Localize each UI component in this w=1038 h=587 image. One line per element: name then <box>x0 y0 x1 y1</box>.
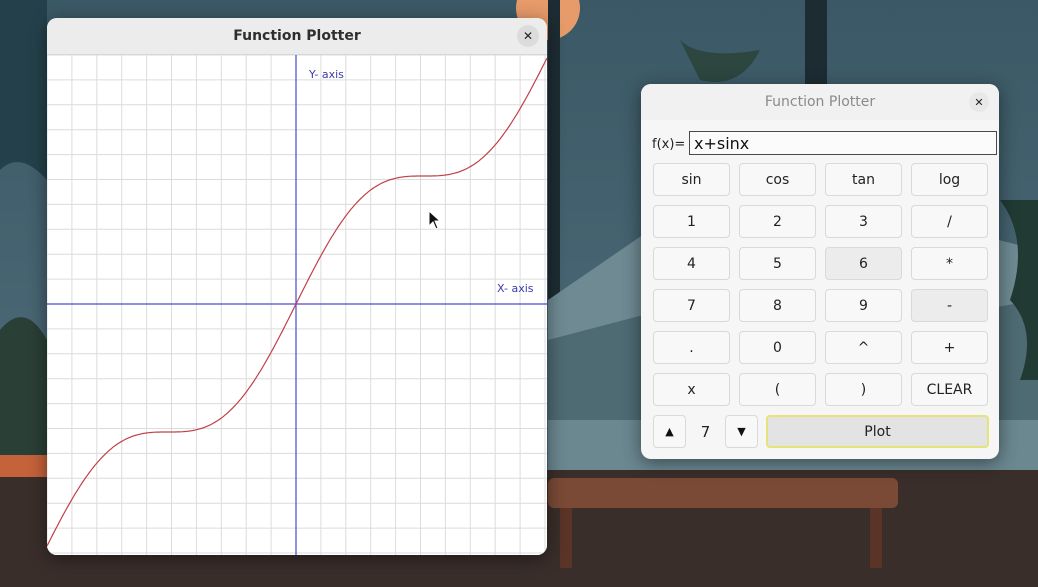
y-axis-label: Y- axis <box>308 68 344 81</box>
key-minus-button[interactable]: - <box>911 289 988 322</box>
key-x-button[interactable]: x <box>653 373 730 406</box>
key-multiply-button[interactable]: * <box>911 247 988 280</box>
calculator-titlebar[interactable]: Function Plotter ✕ <box>641 84 999 120</box>
step-down-button[interactable]: ▼ <box>725 415 758 448</box>
key-clear-button[interactable]: CLEAR <box>911 373 988 406</box>
key-8-button[interactable]: 8 <box>739 289 816 322</box>
key-log-button[interactable]: log <box>911 163 988 196</box>
key-tan-button[interactable]: tan <box>825 163 902 196</box>
key-0-button[interactable]: 0 <box>739 331 816 364</box>
key-cos-button[interactable]: cos <box>739 163 816 196</box>
function-input[interactable] <box>689 131 997 155</box>
function-row: f(x)= <box>652 131 997 157</box>
key-2-button[interactable]: 2 <box>739 205 816 238</box>
calculator-title: Function Plotter <box>764 94 876 110</box>
plot-button[interactable]: Plot <box>766 415 989 448</box>
calculator-window: Function Plotter ✕ f(x)= sincostanlog 123… <box>641 84 999 459</box>
key-decimal-button[interactable]: . <box>653 331 730 364</box>
key-9-button[interactable]: 9 <box>825 289 902 322</box>
key-7-button[interactable]: 7 <box>653 289 730 322</box>
x-axis-label: X- axis <box>497 282 534 295</box>
key-5-button[interactable]: 5 <box>739 247 816 280</box>
fx-label: f(x)= <box>652 136 686 152</box>
plot-window-titlebar[interactable]: Function Plotter ✕ <box>47 18 547 55</box>
key-close-paren-button[interactable]: ) <box>825 373 902 406</box>
plot-window: Function Plotter ✕ Y- axis X- axis <box>47 18 547 555</box>
key-sin-button[interactable]: sin <box>653 163 730 196</box>
step-up-button[interactable]: ▲ <box>653 415 686 448</box>
key-6-button[interactable]: 6 <box>825 247 902 280</box>
key-open-paren-button[interactable]: ( <box>739 373 816 406</box>
key-plus-button[interactable]: + <box>911 331 988 364</box>
key-3-button[interactable]: 3 <box>825 205 902 238</box>
close-icon[interactable]: ✕ <box>969 92 989 112</box>
plot-grid <box>47 55 547 555</box>
key-4-button[interactable]: 4 <box>653 247 730 280</box>
step-value: 7 <box>700 422 711 441</box>
plot-window-title: Function Plotter <box>233 28 361 44</box>
key-power-button[interactable]: ^ <box>825 331 902 364</box>
mouse-pointer-icon <box>428 210 442 230</box>
plot-svg: Y- axis X- axis <box>47 55 547 555</box>
plot-canvas[interactable]: Y- axis X- axis <box>47 55 547 555</box>
keypad: sin cos tan log 1 2 3 / 4 5 6 * 7 8 9-. 0 ^ + x () CLEAR <box>653 163 989 406</box>
key-divide-button[interactable]: / <box>911 205 988 238</box>
key-1-button[interactable]: 1 <box>653 205 730 238</box>
plot-controls: ▲ 7 ▼ Plot <box>653 415 989 448</box>
close-icon[interactable]: ✕ <box>517 25 539 47</box>
